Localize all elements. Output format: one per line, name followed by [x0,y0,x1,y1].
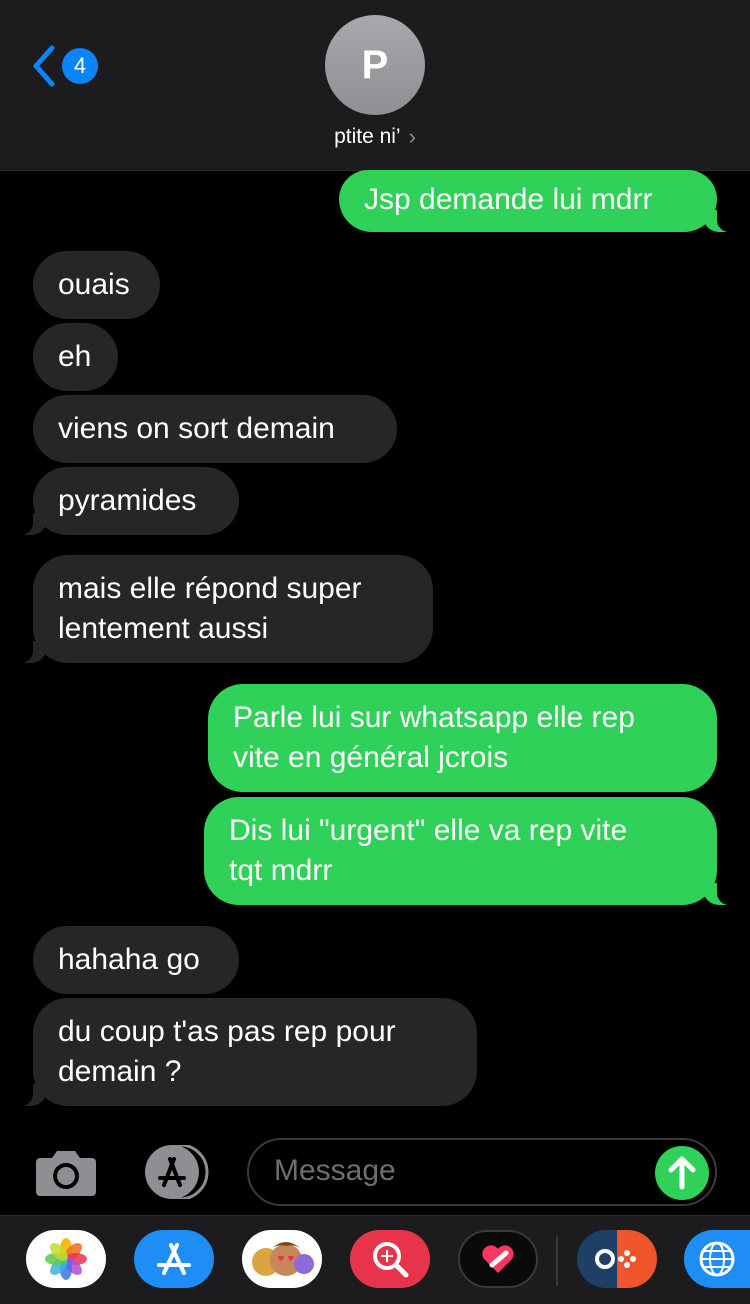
sent-message[interactable]: Dis lui "urgent" elle va rep vite tqt md… [204,797,739,905]
app-store-icon [145,1143,209,1201]
unread-count-badge: 4 [62,48,98,84]
received-message[interactable]: eh [33,323,118,391]
received-message[interactable]: ouais [33,251,160,319]
sent-message[interactable]: Jsp demande lui mdrr [339,170,739,232]
received-message[interactable]: hahaha go [33,926,239,994]
digital-touch-app-button[interactable] [458,1230,538,1288]
conversation-header: 4 P ptite ni’ › [0,0,750,171]
back-button[interactable]: 4 [30,42,98,90]
game-controller-icon [595,1249,636,1269]
web-globe-icon [699,1241,735,1277]
apps-button[interactable] [140,1143,212,1201]
received-message[interactable]: mais elle répond super lentement aussi [11,555,433,663]
app-store-app-button[interactable] [134,1230,214,1288]
sent-message[interactable]: Parle lui sur whatsapp elle rep vite en … [208,684,717,792]
chevron-left-icon [33,45,55,87]
app-drawer [0,1215,750,1304]
camera-icon [36,1151,96,1196]
app-store-icon [157,1243,191,1275]
arrow-up-icon [668,1156,696,1190]
contact-name: ptite ni’ [334,125,401,148]
contact-details-link[interactable]: ptite ni’ › [0,124,750,150]
web-app-button[interactable] [684,1230,750,1288]
received-message[interactable]: du coup t'as pas rep pour demain ? [11,998,477,1106]
message-input[interactable]: Message [247,1138,717,1206]
game-app-button[interactable] [577,1230,657,1288]
send-button[interactable] [655,1146,709,1200]
drawer-divider [556,1236,558,1286]
chevron-right-icon: › [408,124,416,149]
camera-button[interactable] [34,1148,98,1198]
received-message[interactable]: viens on sort demain [33,395,397,463]
digital-touch-icon [482,1245,514,1273]
contact-avatar[interactable]: P [325,15,425,115]
search-web-app-button[interactable] [350,1230,430,1288]
search-web-icon [373,1242,409,1278]
message-placeholder: Message [274,1154,396,1187]
memoji-app-button[interactable] [242,1230,322,1288]
photos-app-button[interactable] [26,1230,106,1288]
photos-icon [45,1238,87,1280]
received-message[interactable]: pyramides [11,467,239,535]
memoji-icon [252,1242,314,1276]
